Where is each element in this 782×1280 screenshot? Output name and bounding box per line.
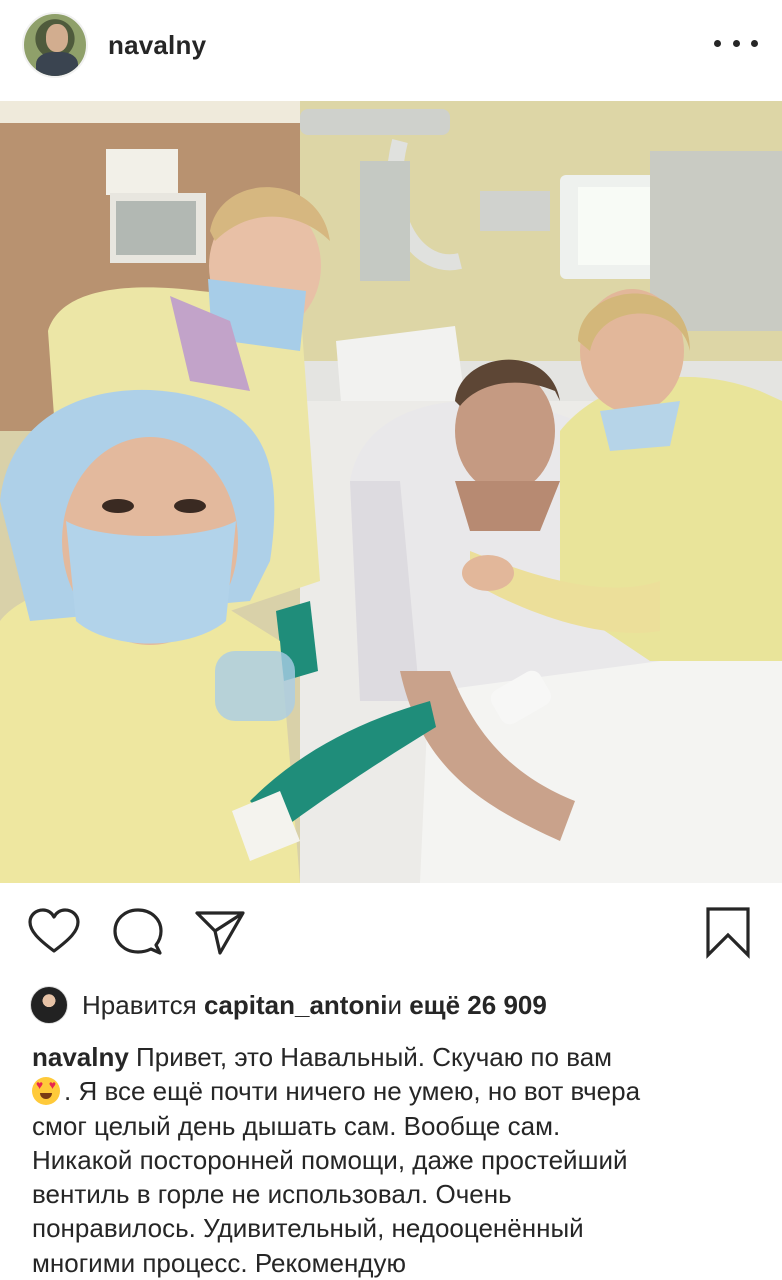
caption-line-4: Никакой посторонней помощи, даже простей…: [32, 1144, 628, 1175]
action-bar: [0, 883, 782, 983]
more-options-icon[interactable]: [714, 28, 758, 58]
heart-eyes-emoji-icon: [32, 1077, 60, 1106]
share-send-icon[interactable]: [192, 905, 248, 961]
bookmark-icon[interactable]: [700, 905, 756, 961]
caption-line-2: . Я все ещё почти ничего не умею, но вот…: [64, 1076, 641, 1107]
likes-prefix: Нравится: [82, 989, 197, 1020]
comment-icon[interactable]: [110, 905, 166, 961]
caption-line-3: смог целый день дышать сам. Вообще сам.: [32, 1110, 561, 1141]
caption-line-5: вентиль в горле не использовал. Очень: [32, 1179, 512, 1210]
post-caption: navalny Привет, это Навальный. Скучаю по…: [32, 1040, 758, 1280]
caption-line-6: понравилось. Удивительный, недооценённый: [32, 1213, 584, 1244]
profile-avatar[interactable]: [22, 12, 88, 78]
likes-count[interactable]: ещё 26 909: [409, 990, 547, 1021]
heart-icon[interactable]: [26, 905, 82, 961]
liker-username[interactable]: capitan_antoni: [204, 990, 387, 1021]
likes-summary: Нравится capitan_antoni и ещё 26 909: [30, 985, 547, 1025]
caption-line-1: Привет, это Навальный. Скучаю по вам: [128, 1042, 613, 1072]
post-photo[interactable]: [0, 101, 782, 883]
caption-username[interactable]: navalny: [32, 1042, 129, 1072]
caption-line-7: многими процесс. Рекомендую: [32, 1247, 406, 1278]
post-header: navalny: [0, 0, 782, 100]
post-username[interactable]: navalny: [108, 30, 206, 61]
likes-middle: и: [387, 989, 402, 1020]
liker-avatar[interactable]: [30, 986, 68, 1024]
